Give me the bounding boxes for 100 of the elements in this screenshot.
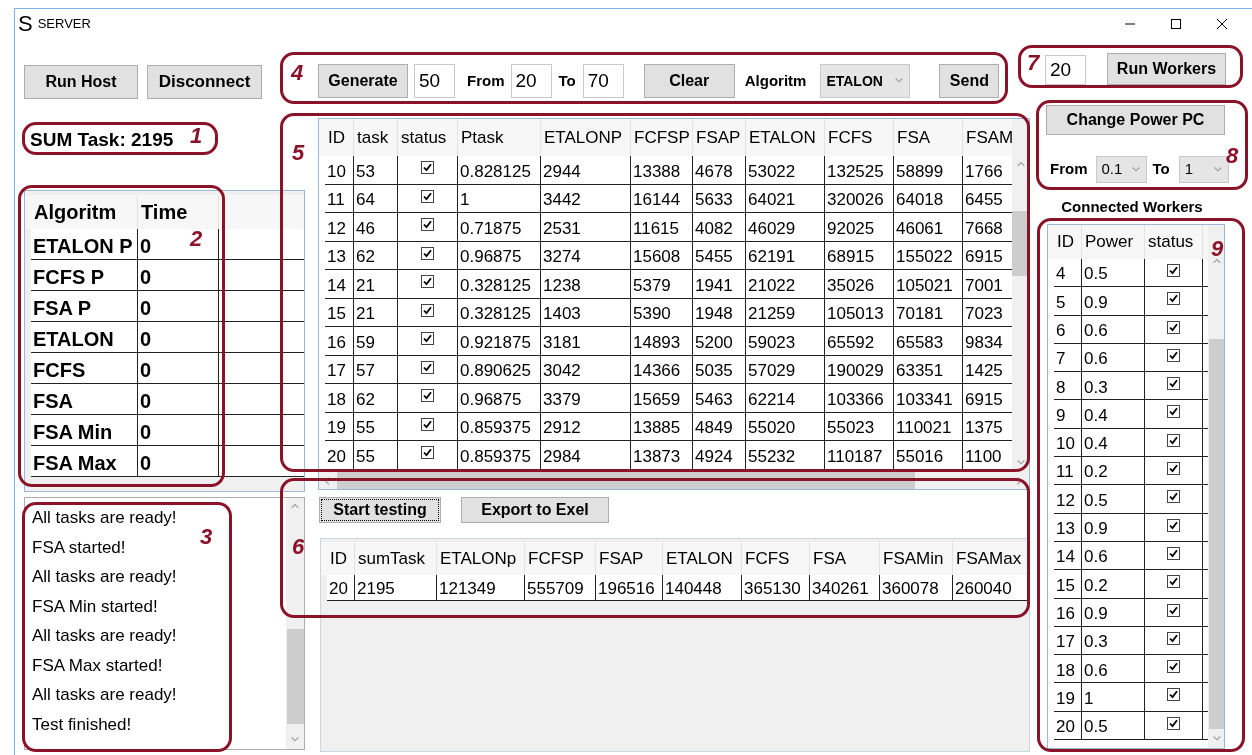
checkbox[interactable] [421,189,434,203]
table-cell: 0.3 [1082,372,1145,401]
table-cell: 13 [325,241,354,270]
log-line: FSA Max started! [32,654,163,677]
table-cell: 16 [1054,598,1082,627]
button[interactable]: Disconnect [147,65,262,99]
input-field[interactable]: 50 [414,64,455,98]
log-line: All tasks are ready! [32,625,177,647]
scrollbar[interactable] [1208,225,1224,748]
checkbox[interactable] [421,360,434,374]
table-cell: 1 [1082,683,1145,712]
table-cell: 105021 [894,270,963,299]
checkbox[interactable] [1167,716,1180,730]
checkbox[interactable] [1167,433,1180,447]
maximize-icon[interactable] [1171,19,1181,29]
dropdown[interactable]: 0.1 [1095,156,1147,183]
table-cell: 46061 [894,213,963,242]
table-cell: 0.4 [1082,400,1145,429]
column-header[interactable]: ETALON [746,119,825,156]
table-cell: 0 [138,384,219,415]
checkbox[interactable] [421,161,434,174]
column-header[interactable]: Power [1082,225,1145,259]
input-field[interactable]: 70 [582,64,624,98]
checkbox[interactable] [1167,348,1180,362]
checkbox[interactable] [421,303,434,317]
checkbox[interactable] [421,332,434,345]
checkbox[interactable] [421,446,434,459]
button[interactable]: Send [939,64,1000,98]
checkbox[interactable] [421,218,434,231]
table-cell: 1238 [541,270,631,299]
checkbox[interactable] [1167,546,1180,560]
table-cell: 12 [325,213,354,242]
table-cell: 13885 [631,412,693,441]
table-cell: 0 [138,353,219,384]
sum-task-label: SUM Task: 2195 [30,129,174,151]
table-cell: 0.2 [1082,457,1145,486]
column-header[interactable]: FSA [894,119,963,156]
checkbox[interactable] [1167,490,1180,504]
scrollbar[interactable] [286,498,304,749]
checkbox[interactable] [421,246,434,260]
checkbox[interactable] [1167,688,1180,702]
column-header[interactable]: Ptask [458,119,541,156]
dropdown[interactable]: ETALON [820,64,911,98]
button[interactable]: Start testing [319,497,441,523]
button[interactable]: Clear [643,64,735,98]
from-label: From [1050,159,1088,180]
button[interactable]: Generate [318,64,408,98]
input-field[interactable]: 20 [1045,55,1086,85]
table-cell: 5035 [693,355,746,384]
column-header[interactable]: FCFSP [631,119,693,156]
button[interactable]: Export to Exel [461,497,609,523]
table-cell: 65592 [825,327,894,356]
button[interactable]: Run Workers [1107,53,1226,85]
column-header[interactable]: ETALONP [541,119,631,156]
checkbox[interactable] [1167,603,1180,617]
table-cell: 15659 [631,384,693,413]
log-line: FSA started! [32,536,126,559]
column-header[interactable]: FCFS [825,119,894,156]
scrollbar-thumb[interactable] [286,629,304,724]
checkbox[interactable] [1167,264,1180,277]
column-header[interactable]: FSAP [693,119,746,156]
input-field[interactable]: 20 [510,64,552,98]
column-header[interactable]: status [398,119,458,156]
log-line: Test finished! [32,713,132,736]
table-cell: 110021 [894,412,963,441]
column-header[interactable]: task [354,119,398,156]
checkbox[interactable] [421,389,434,402]
table-cell: 20 [1054,711,1082,741]
column-header[interactable]: status [1145,225,1203,259]
table-cell: 0.9 [1082,287,1145,316]
checkbox[interactable] [1167,320,1180,334]
column-header[interactable]: ID [325,119,354,156]
checkbox[interactable] [1167,660,1180,674]
table-cell: 0.4 [1082,428,1145,458]
table-cell: 0.5 [1082,485,1145,514]
checkbox[interactable] [1167,292,1180,306]
column-header[interactable]: ID [1054,225,1082,259]
checkbox[interactable] [1167,518,1180,532]
checkbox[interactable] [1167,405,1180,419]
table-cell: 1948 [693,298,746,327]
checkbox[interactable] [1167,631,1180,645]
table-cell: 13388 [631,156,693,185]
table-cell: 7 [1054,343,1082,373]
button[interactable]: Run Host [24,65,138,99]
table-cell: 0.96875 [458,384,541,413]
table-cell: 59023 [746,327,825,356]
table-cell: FSA Min [31,415,138,446]
scrollbar-thumb[interactable] [1208,339,1224,729]
checkbox[interactable] [1167,575,1180,589]
checkbox[interactable] [421,417,434,431]
table-cell: 21 [354,298,398,327]
checkbox[interactable] [1167,377,1180,391]
button[interactable]: Change Power PC [1046,105,1225,135]
close-icon[interactable] [1217,19,1227,29]
table-cell: 8 [1054,372,1082,401]
table-cell: 5633 [693,184,746,213]
checkbox[interactable] [1167,462,1180,476]
table-cell: 55 [354,441,398,470]
table-cell: 0.921875 [458,327,541,356]
checkbox[interactable] [421,275,434,288]
